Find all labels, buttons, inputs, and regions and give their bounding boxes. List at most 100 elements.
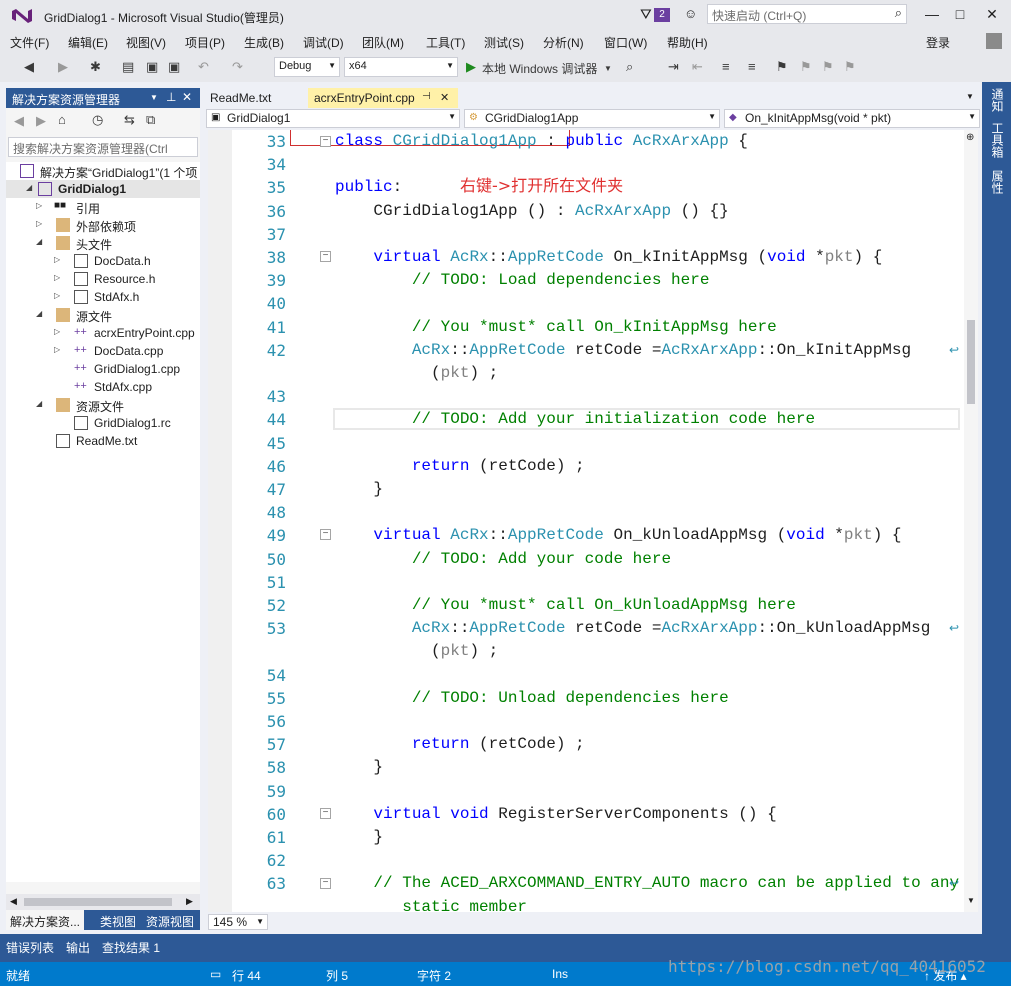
expand-arrow-icon[interactable]: ▷	[54, 255, 62, 264]
tree-item-file[interactable]: ▷ StdAfx.h	[6, 288, 200, 306]
scrollbar-thumb[interactable]	[967, 320, 975, 404]
uncomment-icon[interactable]: ≡	[748, 59, 756, 74]
tab-find-results[interactable]: 查找结果 1	[102, 939, 160, 956]
prev-bookmark-icon[interactable]: ⚑	[800, 59, 812, 75]
tab-resource-view[interactable]: 资源视图	[146, 913, 194, 930]
new-project-icon[interactable]: ✱	[90, 59, 101, 75]
tab-error-list[interactable]: 错误列表	[6, 939, 54, 956]
tree-item-file[interactable]: ++ StdAfx.cpp	[6, 378, 200, 396]
tab-properties[interactable]: 属性	[989, 170, 1006, 194]
panel-menu-icon[interactable]: ▼	[150, 93, 158, 102]
menu-help[interactable]: 帮助(H)	[667, 34, 708, 51]
forward-icon[interactable]: ▶	[58, 59, 68, 75]
minimize-button[interactable]: —	[918, 4, 946, 24]
home-icon[interactable]: ⌂	[58, 112, 66, 127]
start-debug-button[interactable]: 本地 Windows 调试器	[482, 60, 597, 77]
login-link[interactable]: 登录	[926, 34, 950, 51]
expand-arrow-icon[interactable]: ▷	[36, 201, 44, 210]
collapse-arrow-icon[interactable]: ◢	[36, 309, 44, 318]
fold-toggle-icon[interactable]: −	[320, 251, 331, 262]
clear-bookmarks-icon[interactable]: ⚑	[844, 59, 856, 75]
horizontal-scrollbar[interactable]: ◀ ▶	[6, 894, 200, 910]
save-icon[interactable]: ▣	[146, 59, 158, 75]
start-debug-icon[interactable]: ▶	[466, 59, 476, 75]
split-icon[interactable]: ⊕	[966, 132, 974, 143]
scrollbar-thumb[interactable]	[24, 898, 172, 906]
solution-config-select[interactable]: Debug ▼	[274, 57, 340, 77]
scroll-right-icon[interactable]: ▶	[186, 896, 193, 907]
history-icon[interactable]: ◷	[92, 112, 103, 128]
tree-item-file[interactable]: ReadMe.txt	[6, 432, 200, 450]
fold-toggle-icon[interactable]: −	[320, 529, 331, 540]
platform-select[interactable]: x64 ▼	[344, 57, 458, 77]
menu-tools[interactable]: 工具(T)	[426, 34, 465, 51]
class-nav-dropdown[interactable]: ⚙ CGridDialog1App ▼	[464, 109, 720, 128]
tree-item-file[interactable]: ▷ ++ acrxEntryPoint.cpp	[6, 324, 200, 342]
fold-toggle-icon[interactable]: −	[320, 808, 331, 819]
scroll-down-icon[interactable]: ▼	[967, 896, 975, 905]
menu-build[interactable]: 生成(B)	[244, 34, 284, 51]
expand-arrow-icon[interactable]: ▷	[54, 327, 62, 336]
user-avatar-icon[interactable]	[986, 33, 1002, 49]
fold-toggle-icon[interactable]: −	[320, 136, 331, 147]
tree-item-file[interactable]: GridDialog1.rc	[6, 414, 200, 432]
menu-file[interactable]: 文件(F)	[10, 34, 49, 51]
debug-target-arrow-icon[interactable]: ▼	[604, 64, 612, 73]
fold-toggle-icon[interactable]: −	[320, 878, 331, 889]
save-all-icon[interactable]: ▣	[168, 59, 180, 75]
sync-icon[interactable]: ⇆	[124, 112, 135, 128]
step-over-icon[interactable]: ⇤	[692, 59, 703, 75]
menu-window[interactable]: 窗口(W)	[604, 34, 647, 51]
close-tab-icon[interactable]: ✕	[440, 91, 449, 104]
back-icon[interactable]: ◀	[24, 59, 34, 75]
menu-debug[interactable]: 调试(D)	[303, 34, 344, 51]
code-editor[interactable]: 33 34 35 36 37 38 39 40 41 42 43 44 45 46 47 48 49 50 51 52…	[208, 130, 964, 912]
feedback-icon[interactable]: ☺	[684, 6, 697, 21]
project-nav-dropdown[interactable]: ▣ GridDialog1 ▼	[206, 109, 460, 128]
find-in-files-icon[interactable]: ⌕	[626, 59, 633, 75]
menu-view[interactable]: 视图(V)	[126, 34, 166, 51]
tab-output[interactable]: 输出	[66, 939, 90, 956]
tree-item-solution[interactable]: 解决方案“GridDialog1”(1 个项	[6, 162, 200, 180]
collapse-arrow-icon[interactable]: ◢	[36, 237, 44, 246]
tree-item-file[interactable]: ▷ Resource.h	[6, 270, 200, 288]
tab-notifications[interactable]: 通知	[989, 88, 1006, 112]
close-button[interactable]: ✕	[978, 4, 1006, 24]
vertical-scrollbar[interactable]: ⊕ ▼	[964, 130, 978, 912]
menu-project[interactable]: 项目(P)	[185, 34, 225, 51]
tree-item-resource-files[interactable]: ◢ 资源文件	[6, 396, 200, 414]
tab-class-view[interactable]: 类视图	[100, 913, 136, 930]
tree-item-file[interactable]: ▷ ++ DocData.cpp	[6, 342, 200, 360]
expand-arrow-icon[interactable]: ▷	[54, 345, 62, 354]
tree-item-references[interactable]: ▷ ■■ 引用	[6, 198, 200, 216]
zoom-select[interactable]: 145 % ▼	[208, 914, 268, 930]
close-panel-icon[interactable]: ✕	[182, 90, 192, 104]
tree-item-source-files[interactable]: ◢ 源文件	[6, 306, 200, 324]
back-icon[interactable]: ◀	[14, 113, 24, 129]
tab-acrxentrypoint[interactable]: acrxEntryPoint.cpp ⊣ ✕	[308, 88, 458, 108]
menu-team[interactable]: 团队(M)	[362, 34, 404, 51]
notification-flag-icon[interactable]: ⛛	[640, 6, 652, 23]
tab-overflow-icon[interactable]: ▼	[966, 92, 974, 101]
expand-arrow-icon[interactable]: ▷	[54, 291, 62, 300]
notification-count-badge[interactable]: 2	[654, 8, 670, 22]
tab-toolbox[interactable]: 工具箱	[989, 122, 1006, 158]
next-bookmark-icon[interactable]: ⚑	[822, 59, 834, 75]
expand-arrow-icon[interactable]: ▷	[36, 219, 44, 228]
tree-item-file[interactable]: ▷ DocData.h	[6, 252, 200, 270]
tab-readme[interactable]: ReadMe.txt	[204, 88, 277, 108]
menu-edit[interactable]: 编辑(E)	[68, 34, 108, 51]
quick-launch-input[interactable]: 快速启动 (Ctrl+Q) ⌕	[707, 4, 907, 24]
redo-icon[interactable]: ↷	[232, 59, 243, 75]
tree-item-project[interactable]: ◢ GridDialog1	[6, 180, 200, 198]
solution-search-input[interactable]: 搜索解决方案资源管理器(Ctrl	[8, 137, 198, 157]
member-nav-dropdown[interactable]: ◆ On_kInitAppMsg(void * pkt) ▼	[724, 109, 980, 128]
forward-icon[interactable]: ▶	[36, 113, 46, 129]
tree-item-external-deps[interactable]: ▷ 外部依赖项	[6, 216, 200, 234]
tree-item-file[interactable]: ++ GridDialog1.cpp	[6, 360, 200, 378]
bookmark-icon[interactable]: ⚑	[776, 59, 788, 75]
pin-icon[interactable]: ⊥	[166, 90, 176, 104]
expand-arrow-icon[interactable]: ▷	[54, 273, 62, 282]
open-file-icon[interactable]: ▤	[122, 59, 134, 75]
restore-button[interactable]: □	[946, 4, 974, 24]
